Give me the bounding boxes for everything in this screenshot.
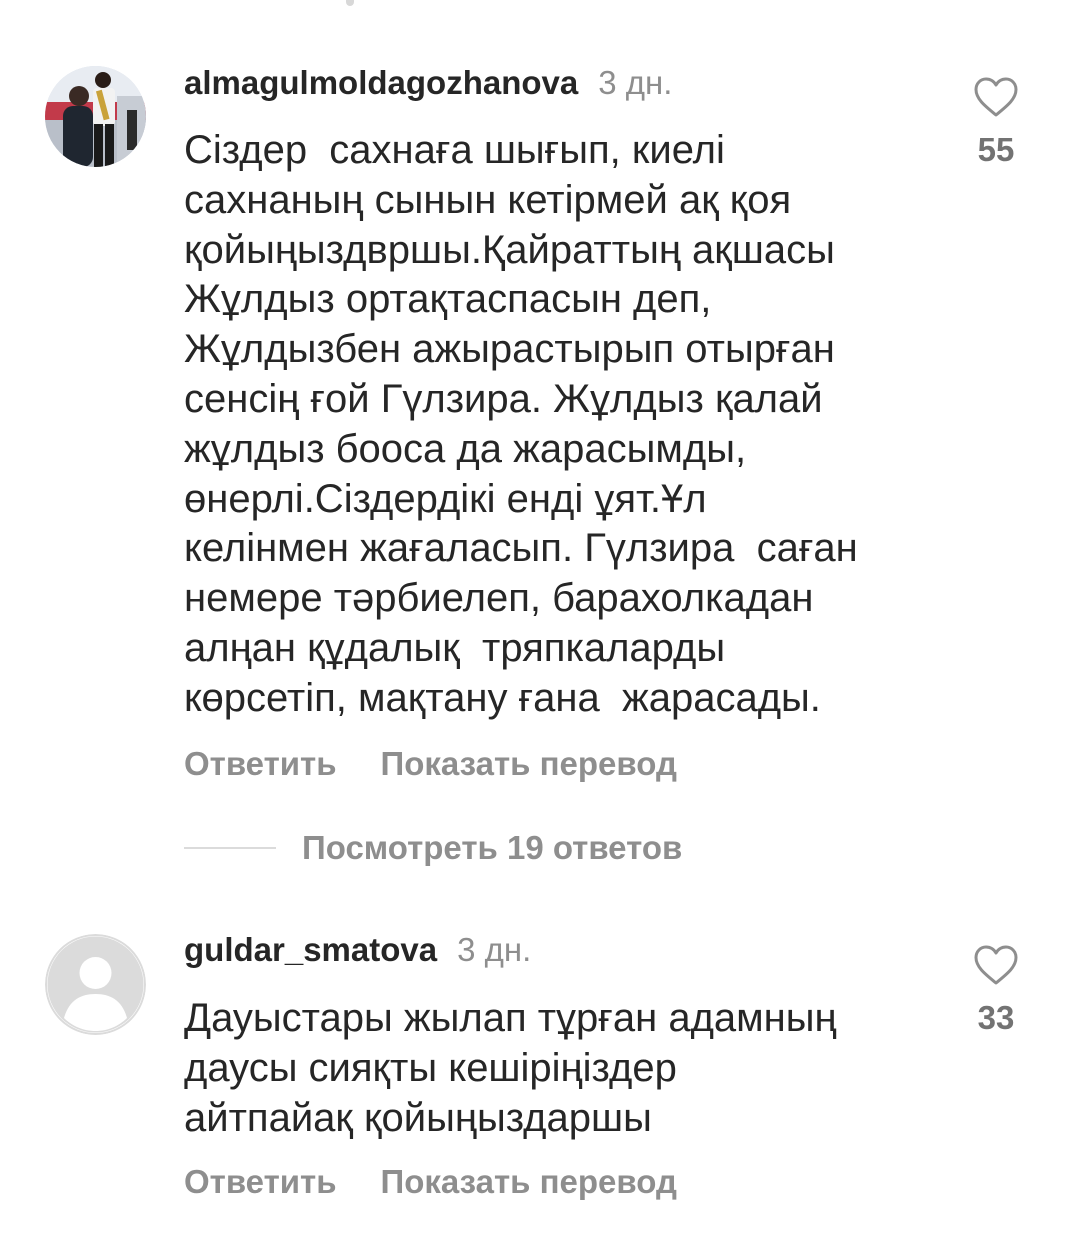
comment-text-line: Дауыстары жылап тұрған адамның bbox=[184, 996, 837, 1040]
view-replies[interactable]: Посмотреть 19 ответов bbox=[184, 828, 682, 868]
like-control: 33 bbox=[960, 944, 1032, 1038]
username[interactable]: guldar_smatova bbox=[184, 931, 437, 968]
comment-text-line: Жұлдызбен ажырастырып отырған bbox=[184, 327, 835, 372]
avatar[interactable] bbox=[45, 66, 146, 167]
heart-outline-icon[interactable] bbox=[973, 76, 1019, 118]
avatar[interactable] bbox=[45, 934, 146, 1035]
comment-text-line: айтпайақ қойыңыздаршы bbox=[184, 1095, 652, 1140]
avatar-photo bbox=[45, 66, 146, 167]
username[interactable]: almagulmoldagozhanova bbox=[184, 64, 578, 101]
comment-text: Сіздер сахнаға шығып, киелі сахнаның сын… bbox=[184, 126, 944, 724]
reply-button[interactable]: Ответить bbox=[184, 744, 337, 784]
previous-content-edge bbox=[346, 0, 354, 6]
comment-text-line: жұлдыз бооса да жарасымды, bbox=[184, 426, 747, 471]
replies-divider bbox=[184, 847, 276, 849]
like-count: 55 bbox=[977, 131, 1015, 168]
comment-text-line: өнерлі.Сіздердікі енді ұят.Ұл bbox=[184, 476, 707, 521]
comment-text-line: даусы сияқты кешіріңіздер bbox=[184, 1045, 677, 1090]
comment-text-line: Сіздер сахнаға шығып, киелі bbox=[184, 128, 725, 172]
comment-text-line: немере тәрбиелеп, барахолкадан bbox=[184, 576, 814, 621]
comment-text-line: алңан құдалық тряпкаларды bbox=[184, 625, 726, 670]
comment-text-line: Жұлдыз ортақтаспасын деп, bbox=[184, 277, 712, 322]
show-translation-button[interactable]: Показать перевод bbox=[381, 1162, 677, 1202]
comment-header: guldar_smatova 3 дн. bbox=[184, 930, 531, 970]
comment-actions: Ответить Показать перевод bbox=[184, 1162, 677, 1202]
comment-time: 3 дн. bbox=[457, 931, 532, 968]
comment-text-line: көрсетіп, мақтану ғана жарасады. bbox=[184, 675, 821, 720]
comment-text-line: сахнаның сынын кетірмей ақ қоя bbox=[184, 177, 792, 222]
default-avatar-icon bbox=[45, 934, 146, 1035]
comment-header: almagulmoldagozhanova 3 дн. bbox=[184, 63, 672, 103]
heart-outline-icon[interactable] bbox=[973, 944, 1019, 986]
view-replies-label[interactable]: Посмотреть 19 ответов bbox=[302, 828, 682, 868]
show-translation-button[interactable]: Показать перевод bbox=[381, 744, 677, 784]
comment-text-line: сенсің ғой Гүлзира. Жұлдыз қалай bbox=[184, 376, 823, 421]
comment-text-line: келінмен жағаласып. Гүлзира саған bbox=[184, 526, 858, 571]
reply-button[interactable]: Ответить bbox=[184, 1162, 337, 1202]
comment-text-line: қойыңыздвршы.Қайраттың ақшасы bbox=[184, 227, 835, 272]
like-count: 33 bbox=[977, 999, 1015, 1036]
comment-text: Дауыстары жылап тұрған адамның даусы сия… bbox=[184, 994, 944, 1143]
comment-time: 3 дн. bbox=[598, 64, 673, 101]
comment-actions: Ответить Показать перевод bbox=[184, 744, 677, 784]
like-control: 55 bbox=[960, 76, 1032, 170]
